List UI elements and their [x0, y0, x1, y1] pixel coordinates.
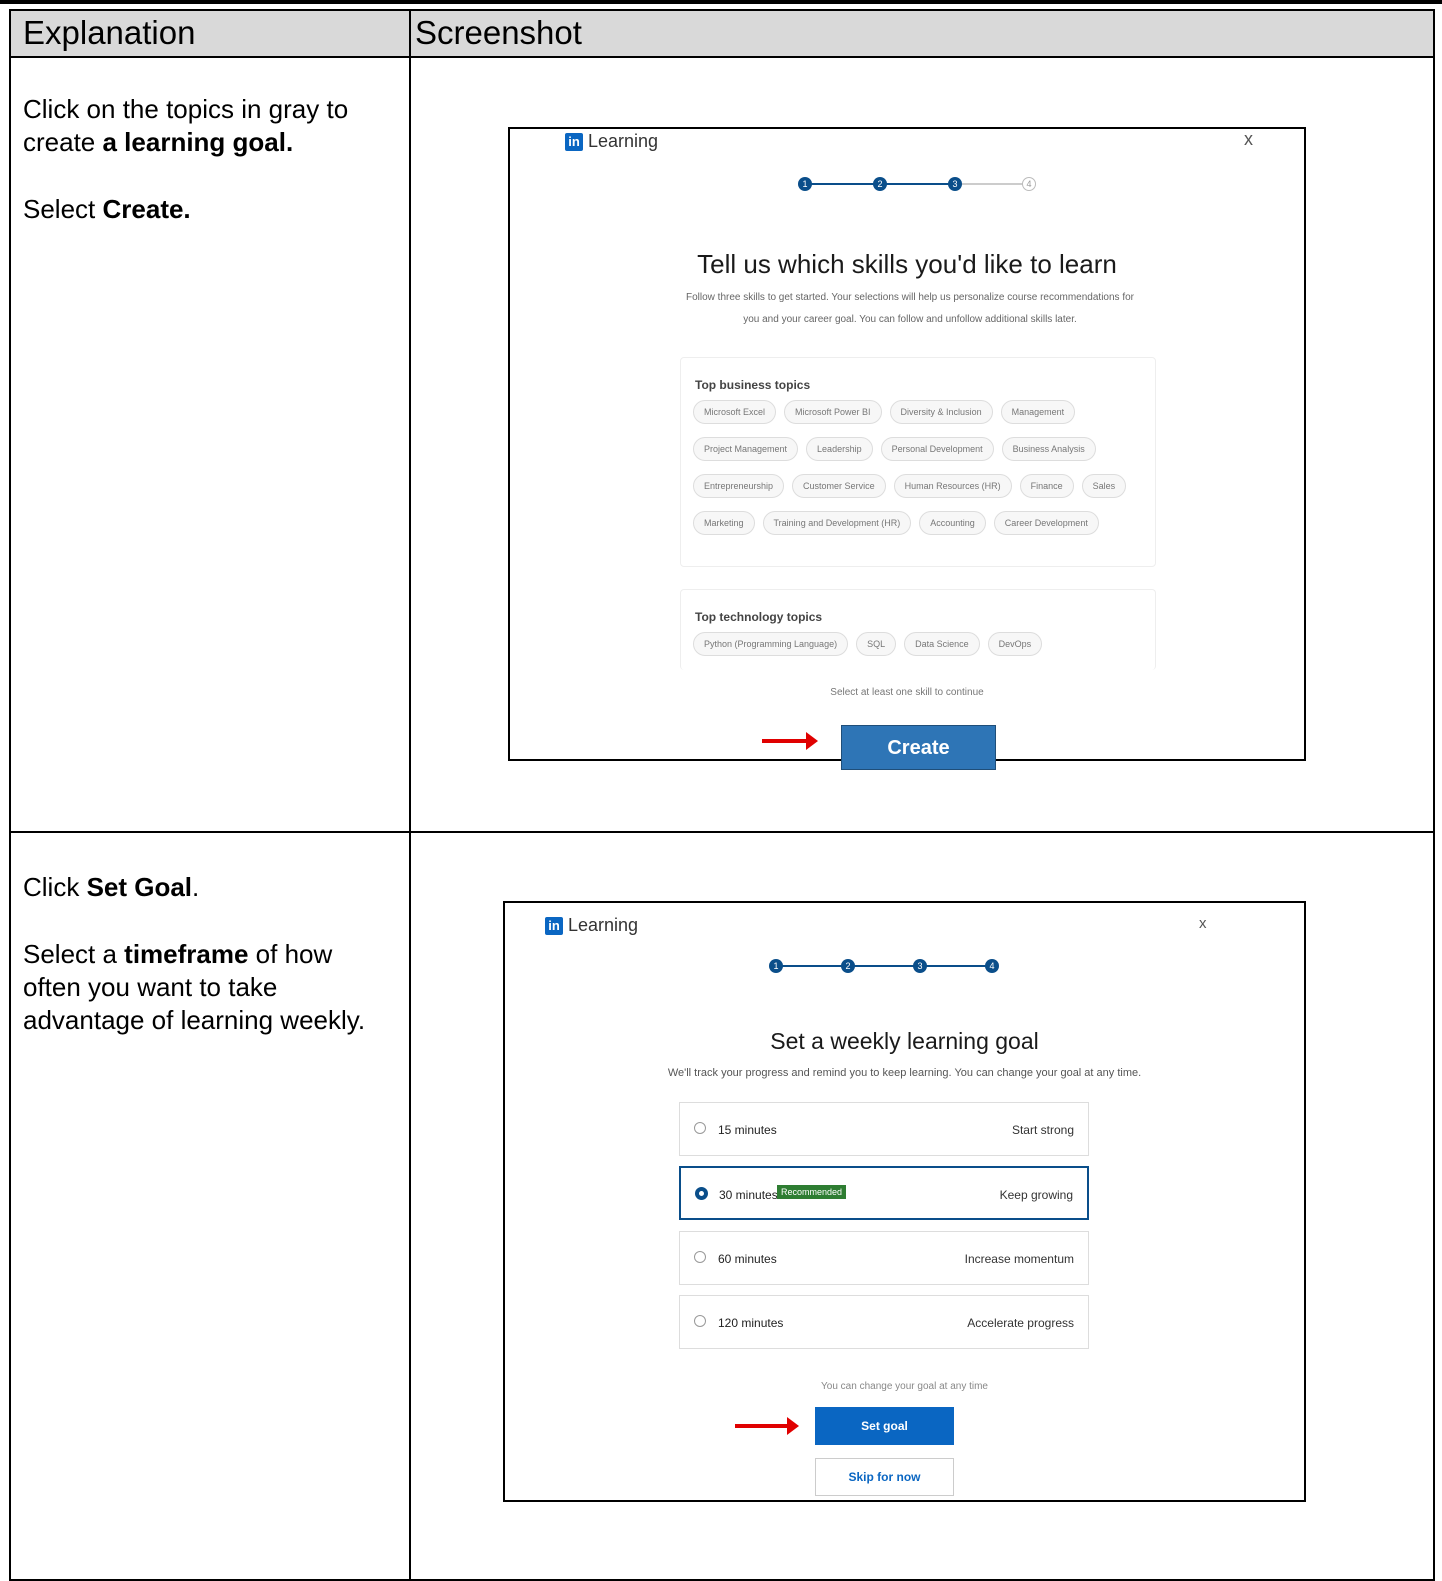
- topic-pill[interactable]: Personal Development: [880, 437, 994, 461]
- radio-icon[interactable]: [694, 1315, 706, 1327]
- table-header: Explanation Screenshot: [11, 11, 1433, 58]
- topic-pill[interactable]: Python (Programming Language): [693, 632, 849, 656]
- step-2: 2: [841, 959, 855, 973]
- goal-subtitle: We'll track your progress and remind you…: [667, 1067, 1142, 1079]
- radio-selected-icon[interactable]: [695, 1187, 708, 1200]
- weekly-goal-screenshot: in Learning x 1 2 3 4 Set a weekly learn…: [503, 901, 1306, 1502]
- step-3: 3: [913, 959, 927, 973]
- topic-pill[interactable]: Leadership: [806, 437, 873, 461]
- row1-explanation: Click on the topics in gray to create a …: [23, 93, 383, 260]
- goal-hint: You can change your goal at any time: [821, 1381, 988, 1392]
- red-arrow-create: [762, 732, 818, 750]
- progress-stepper: 1 2 3 4: [798, 177, 1038, 193]
- step-3: 3: [948, 177, 962, 191]
- option-description: Increase momentum: [964, 1252, 1074, 1266]
- goal-title: Set a weekly learning goal: [770, 1028, 1039, 1054]
- step-4: 4: [985, 959, 999, 973]
- topic-pill[interactable]: Management: [1000, 400, 1076, 424]
- radio-icon[interactable]: [694, 1251, 706, 1263]
- topic-pill[interactable]: Microsoft Power BI: [784, 400, 882, 424]
- topic-pill[interactable]: DevOps: [987, 632, 1043, 656]
- option-description: Start strong: [1011, 1123, 1074, 1137]
- topic-pill[interactable]: Finance: [1019, 474, 1074, 498]
- step-1: 1: [798, 177, 812, 191]
- topic-pill[interactable]: Entrepreneurship: [693, 474, 785, 498]
- option-label: 30 minutes: [719, 1188, 778, 1202]
- option-label: 60 minutes: [718, 1252, 777, 1266]
- topic-pill[interactable]: Training and Development (HR): [762, 511, 912, 535]
- skills-subtitle: Follow three skills to get started. Your…: [686, 292, 1134, 325]
- goal-option-15[interactable]: 15 minutes Start strong: [679, 1102, 1089, 1156]
- row2-instruction-setgoal: Click Set Goal.: [23, 872, 200, 902]
- topic-pill[interactable]: Data Science: [904, 632, 980, 656]
- column-divider: [409, 11, 411, 1579]
- radio-icon[interactable]: [694, 1122, 706, 1134]
- option-label: 120 minutes: [718, 1316, 784, 1330]
- topic-pill[interactable]: Marketing: [693, 511, 755, 535]
- topic-pill[interactable]: Human Resources (HR): [893, 474, 1012, 498]
- row2-instruction-timeframe: Select a timeframe of how often you want…: [23, 939, 366, 1035]
- topic-pill[interactable]: Career Development: [993, 511, 1099, 535]
- stepper-line-done: [776, 965, 992, 967]
- option-description: Keep growing: [999, 1188, 1073, 1202]
- linkedin-learning-logo: in Learning: [565, 131, 658, 152]
- top-rule: [0, 0, 1442, 4]
- progress-stepper: 1 2 3 4: [769, 959, 1001, 975]
- technology-topics-card: Top technology topics Python (Programmin…: [680, 589, 1156, 670]
- topic-pill[interactable]: Diversity & Inclusion: [889, 400, 993, 424]
- recommended-badge: Recommended: [777, 1185, 847, 1199]
- row-divider: [11, 831, 1433, 833]
- goal-option-120[interactable]: 120 minutes Accelerate progress: [679, 1295, 1089, 1349]
- topic-pill[interactable]: Customer Service: [792, 474, 886, 498]
- row1-instruction-create: Select Create.: [23, 194, 191, 224]
- technology-topics-list: Python (Programming Language) SQL Data Sci…: [681, 632, 1155, 656]
- skip-for-now-button[interactable]: Skip for now: [815, 1458, 954, 1496]
- logo-label: Learning: [588, 131, 659, 151]
- topic-pill[interactable]: Microsoft Excel: [693, 400, 777, 424]
- row2-explanation: Click Set Goal. Select a timeframe of ho…: [23, 871, 383, 1071]
- topic-pill[interactable]: Sales: [1081, 474, 1127, 498]
- red-arrow-setgoal: [735, 1417, 799, 1435]
- row1-instruction-topics: Click on the topics in gray to create a …: [23, 94, 349, 157]
- header-explanation: Explanation: [23, 14, 196, 51]
- skills-hint: Select at least one skill to continue: [830, 687, 984, 698]
- header-screenshot: Screenshot: [415, 14, 582, 51]
- topic-pill[interactable]: SQL: [856, 632, 897, 656]
- technology-topics-heading: Top technology topics: [695, 610, 823, 624]
- step-2: 2: [873, 177, 887, 191]
- stepper-line-pending: [955, 183, 1030, 185]
- business-topics-card: Top business topics Microsoft Excel Micro…: [680, 357, 1156, 567]
- topic-pill[interactable]: Business Analysis: [1001, 437, 1096, 461]
- option-label: 15 minutes: [718, 1123, 777, 1137]
- goal-option-30[interactable]: 30 minutes Recommended Keep growing: [679, 1166, 1089, 1220]
- set-goal-button[interactable]: Set goal: [815, 1407, 954, 1445]
- instruction-table: Explanation Screenshot Click on the topi…: [9, 9, 1435, 1581]
- step-1: 1: [769, 959, 783, 973]
- skills-screenshot: in Learning x 1 2 3 4 Tell us which skil…: [508, 127, 1306, 770]
- topic-pill[interactable]: Accounting: [919, 511, 986, 535]
- create-button[interactable]: Create: [841, 725, 996, 770]
- step-4: 4: [1022, 177, 1036, 191]
- logo-label: Learning: [568, 915, 639, 935]
- business-topics-list: Microsoft Excel Microsoft Power BI Diversi…: [681, 400, 1155, 535]
- close-icon[interactable]: x: [1199, 915, 1207, 932]
- option-description: Accelerate progress: [967, 1316, 1074, 1330]
- skills-title: Tell us which skills you'd like to learn: [697, 249, 1117, 279]
- linkedin-icon: in: [565, 132, 583, 151]
- close-icon[interactable]: x: [1244, 129, 1253, 150]
- linkedin-learning-logo: in Learning: [545, 915, 638, 936]
- business-topics-heading: Top business topics: [695, 378, 811, 392]
- topic-pill[interactable]: Project Management: [693, 437, 799, 461]
- goal-option-60[interactable]: 60 minutes Increase momentum: [679, 1231, 1089, 1285]
- linkedin-icon: in: [545, 916, 563, 935]
